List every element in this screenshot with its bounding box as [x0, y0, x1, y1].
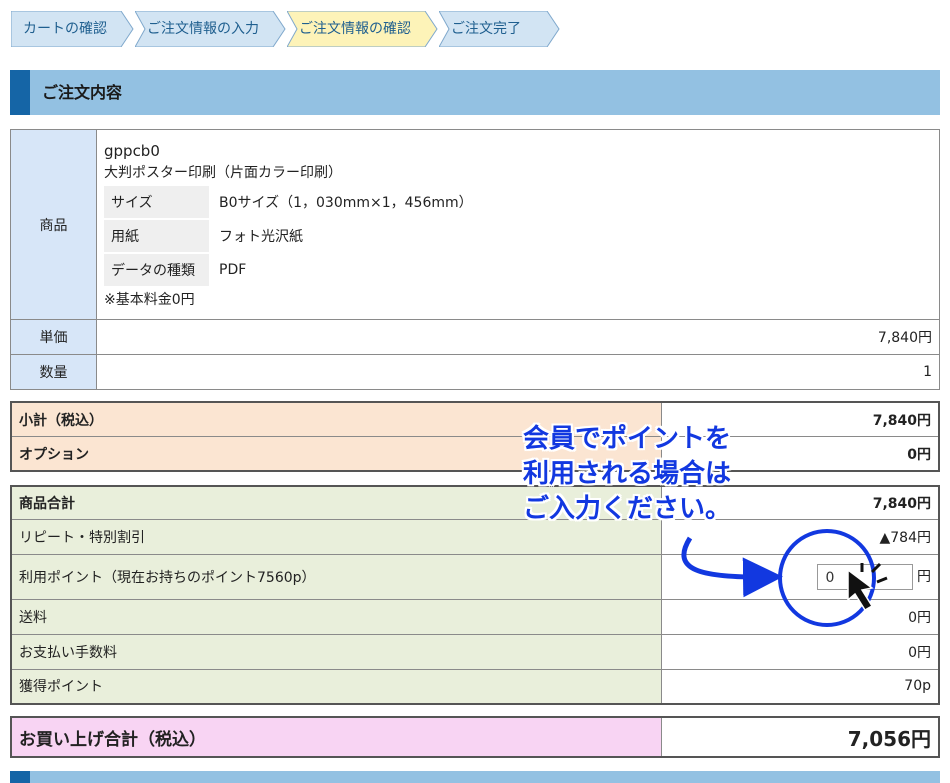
section-title: ご注文内容	[42, 83, 123, 102]
grand-total-value: 7,056円	[661, 716, 940, 758]
header-accent-bar	[10, 771, 30, 783]
callout-line: 会員でポイントを	[523, 424, 732, 454]
spec-key: データの種類	[104, 253, 209, 286]
step-confirm-current: ご注文情報の確認	[287, 11, 438, 47]
points-cell: 0 円	[661, 553, 940, 600]
order-section-header: ご注文内容	[10, 70, 940, 115]
next-section-header	[10, 771, 940, 783]
fee-label: お支払い手数料	[10, 633, 662, 670]
points-label: 利用ポイント（現在お持ちのポイント7560p）	[10, 553, 662, 600]
step-complete: ご注文完了	[439, 11, 561, 47]
step-label: ご注文完了	[451, 21, 521, 37]
product-label: 商品	[10, 129, 97, 320]
unit-price-label: 単価	[10, 319, 97, 355]
earned-points-value: 70p	[661, 668, 940, 705]
grand-total-label: お買い上げ合計（税込）	[10, 716, 662, 758]
step-label: カートの確認	[23, 21, 107, 37]
product-code: gppcb0	[104, 141, 160, 160]
shipping-label: 送料	[10, 598, 662, 635]
product-detail: gppcb0 大判ポスター印刷（片面カラー印刷） サイズ B0サイズ（1，030…	[96, 129, 940, 320]
header-accent-bar	[10, 70, 30, 115]
spec-table: サイズ B0サイズ（1，030mm×1，456mm） 用紙 フォト光沢紙 データ…	[104, 184, 473, 288]
points-input[interactable]: 0	[816, 563, 913, 590]
quantity-label: 数量	[10, 354, 97, 390]
shipping-value: 0円	[661, 598, 940, 635]
unit-price-value: 7,840円	[96, 319, 940, 355]
spec-row: サイズ B0サイズ（1，030mm×1，456mm）	[104, 185, 473, 218]
callout-line: 利用される場合は	[523, 459, 732, 489]
totals-table: 商品合計 7,840円 リピート・特別割引 ▲784円 利用ポイント（現在お持ち…	[10, 485, 940, 705]
earned-points-label: 獲得ポイント	[10, 668, 662, 705]
spec-value: B0サイズ（1，030mm×1，456mm）	[219, 194, 473, 211]
step-cart[interactable]: カートの確認	[11, 11, 134, 47]
callout-line: ご入力ください。	[523, 494, 732, 524]
spec-key: サイズ	[104, 185, 209, 218]
product-table: 商品 gppcb0 大判ポスター印刷（片面カラー印刷） サイズ B0サイズ（1，…	[10, 129, 940, 390]
spec-key: 用紙	[104, 219, 209, 252]
product-name: 大判ポスター印刷（片面カラー印刷）	[104, 164, 342, 181]
fee-value: 0円	[661, 633, 940, 670]
spec-row: 用紙 フォト光沢紙	[104, 219, 473, 252]
spec-value: フォト光沢紙	[219, 228, 303, 245]
step-label: ご注文情報の確認	[299, 21, 411, 37]
points-unit: 円	[917, 568, 931, 585]
base-fee-note: ※基本料金0円	[104, 291, 195, 308]
spec-value: PDF	[219, 261, 247, 278]
spec-row: データの種類 PDF	[104, 253, 473, 286]
grand-total-table: お買い上げ合計（税込） 7,056円	[10, 716, 940, 758]
step-input[interactable]: ご注文情報の入力	[135, 11, 286, 47]
points-callout: 会員でポイントを 利用される場合は ご入力ください。	[523, 422, 731, 527]
subtotal-table: 小計（税込） 7,840円 オプション 0円	[10, 401, 940, 472]
quantity-value: 1	[96, 354, 940, 390]
step-label: ご注文情報の入力	[147, 21, 259, 37]
